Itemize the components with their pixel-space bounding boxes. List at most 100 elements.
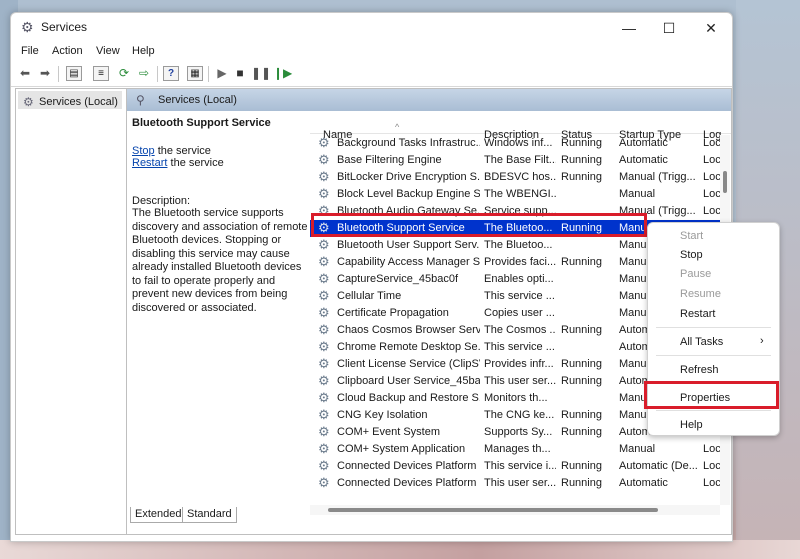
cell-name: COM+ System Application — [337, 443, 466, 455]
service-gear-icon: ⚙ — [318, 407, 330, 422]
cell-name: Clipboard User Service_45ba... — [337, 375, 480, 387]
services-pane: ⚲ Services (Local) Bluetooth Support Ser… — [126, 88, 732, 535]
back-arrow-icon[interactable]: ⬅ — [16, 65, 34, 82]
cell-description: This user ser... — [484, 477, 556, 489]
menu-item-refresh[interactable]: Refresh — [680, 364, 719, 376]
maximize-button[interactable]: ☐ — [651, 17, 687, 39]
cell-description: Provides infr... — [484, 358, 554, 370]
refresh-icon[interactable]: ⟳ — [115, 65, 133, 82]
tab-extended[interactable]: Extended — [130, 507, 187, 523]
minimize-button[interactable]: — — [611, 17, 647, 39]
cell-description: This user ser... — [484, 375, 556, 387]
table-row[interactable]: ⚙ COM+ System Application Manages th... Man… — [310, 441, 721, 458]
cell-startup-type: Automatic — [619, 137, 668, 149]
cell-description: Supports Sy... — [484, 426, 553, 438]
table-row[interactable]: ⚙ Connected Devices Platform ... This user… — [310, 475, 721, 492]
cell-status: Running — [561, 477, 602, 489]
forward-arrow-icon[interactable]: ➡ — [36, 65, 54, 82]
cell-description: The Cosmos ... — [484, 324, 556, 336]
cell-name: CaptureService_45bac0f — [337, 273, 459, 285]
menu-view[interactable]: View — [96, 45, 120, 57]
service-gear-icon: ⚙ — [318, 424, 330, 439]
list-header: ^ Name Description Status Startup Type L… — [310, 111, 731, 141]
service-gear-icon: ⚙ — [318, 305, 330, 320]
cell-name: Background Tasks Infrastruc... — [337, 137, 480, 149]
cell-startup-type: Manual (Trigg... — [619, 171, 696, 183]
table-row[interactable]: ⚙ Background Tasks Infrastruc... Windows i… — [310, 135, 721, 152]
cell-status: Running — [561, 358, 602, 370]
menu-item-stop[interactable]: Stop — [680, 249, 703, 261]
menu-action[interactable]: Action — [52, 45, 83, 57]
service-gear-icon: ⚙ — [318, 152, 330, 167]
table-row[interactable]: ⚙ BitLocker Drive Encryption S... BDESVC h… — [310, 169, 721, 186]
export-list-icon[interactable]: ⇨ — [135, 65, 153, 82]
menu-item-resume[interactable]: Resume — [680, 288, 721, 300]
menu-item-help[interactable]: Help — [680, 419, 703, 431]
description-label: Description: — [132, 195, 191, 207]
vertical-scroll-thumb[interactable] — [723, 171, 727, 193]
restart-service-icon[interactable]: ❙▶ — [273, 65, 292, 82]
cell-name: Capability Access Manager S... — [337, 256, 480, 268]
list-view-icon[interactable]: ≡ — [93, 66, 109, 81]
cell-description: Enables opti... — [484, 273, 554, 285]
title-bar[interactable]: ⚙ Services — ☐ ✕ — [11, 13, 732, 43]
selected-row-highlight — [311, 213, 647, 237]
cell-startup-type: Manual — [619, 188, 656, 200]
sort-ascending-icon: ^ — [395, 122, 400, 132]
menu-item-restart[interactable]: Restart — [680, 308, 715, 320]
service-gear-icon: ⚙ — [318, 186, 330, 201]
service-gear-icon: ⚙ — [318, 441, 330, 456]
cell-description: The Bluetoo... — [484, 239, 553, 251]
menu-item-all-tasks[interactable]: All Tasks — [680, 336, 723, 348]
cell-name: Certificate Propagation — [337, 307, 449, 319]
cell-description: The WBENGI... — [484, 188, 556, 200]
restart-service-link[interactable]: Restart — [132, 157, 167, 169]
services-gear-icon: ⚙ — [23, 95, 34, 109]
toolbar-separator — [157, 66, 158, 82]
cell-status: Running — [561, 375, 602, 387]
stop-service-link[interactable]: Stop — [132, 145, 155, 157]
menu-item-pause[interactable]: Pause — [680, 268, 711, 280]
cell-description: Provides faci... — [484, 256, 556, 268]
cell-name: Bluetooth User Support Serv... — [337, 239, 480, 251]
table-row[interactable]: ⚙ Base Filtering Engine The Base Filt... Ru… — [310, 152, 721, 169]
cell-startup-type: Automatic — [619, 154, 668, 166]
cell-name: Chaos Cosmos Browser Servi... — [337, 324, 480, 336]
cell-startup-type: Manual — [619, 443, 656, 455]
cell-description: This service ... — [484, 341, 555, 353]
services-gear-icon: ⚙ — [21, 19, 34, 35]
restart-link-suffix: the service — [167, 157, 224, 169]
table-row[interactable]: ⚙ Block Level Backup Engine S... The WBENG… — [310, 186, 721, 203]
pause-service-icon[interactable]: ❚❚ — [251, 65, 271, 82]
properties-icon[interactable]: ▦ — [187, 66, 203, 81]
console-tree-icon[interactable]: ▤ — [66, 66, 82, 81]
cell-description: Windows inf... — [484, 137, 553, 149]
table-row[interactable]: ⚙ Connected Devices Platform ... This serv… — [310, 458, 721, 475]
cell-name: BitLocker Drive Encryption S... — [337, 171, 480, 183]
menu-separator — [656, 410, 771, 411]
service-gear-icon: ⚙ — [318, 135, 330, 150]
service-gear-icon: ⚙ — [318, 288, 330, 303]
menu-separator — [656, 355, 771, 356]
service-gear-icon: ⚙ — [318, 339, 330, 354]
service-details: Bluetooth Support Service Stop the servi… — [132, 116, 310, 315]
cell-name: Client License Service (ClipSV... — [337, 358, 480, 370]
cell-name: Connected Devices Platform ... — [337, 477, 480, 489]
cell-description: The CNG ke... — [484, 409, 555, 421]
start-service-icon[interactable]: ▶ — [213, 65, 231, 82]
tab-standard[interactable]: Standard — [182, 507, 237, 523]
help-icon[interactable]: ? — [163, 66, 179, 81]
cell-status: Running — [561, 409, 602, 421]
stop-service-icon[interactable]: ■ — [231, 65, 249, 82]
menu-file[interactable]: File — [21, 45, 39, 57]
close-button[interactable]: ✕ — [693, 17, 729, 39]
window-title: Services — [41, 20, 88, 34]
desktop-wallpaper-bottom — [0, 540, 800, 559]
search-icon: ⚲ — [136, 93, 145, 107]
pane-header: ⚲ Services (Local) — [127, 89, 731, 111]
cell-status: Running — [561, 171, 602, 183]
tree-item-services-local[interactable]: ⚙ Services (Local) — [18, 91, 122, 109]
menu-item-start[interactable]: Start — [680, 230, 703, 242]
service-gear-icon: ⚙ — [318, 169, 330, 184]
menu-help[interactable]: Help — [132, 45, 155, 57]
